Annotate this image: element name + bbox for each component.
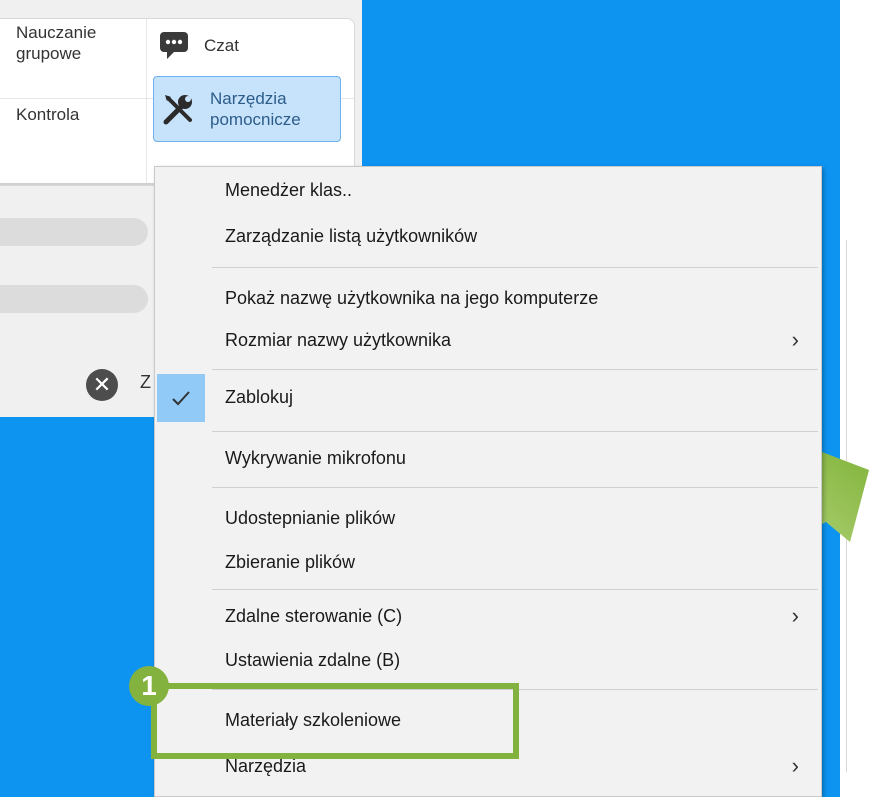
- menu-separator: [212, 431, 818, 432]
- chat-bubble-icon: [158, 29, 190, 61]
- menu-item-label: Pokaż nazwę użytkownika na jego komputer…: [225, 288, 599, 308]
- menu-item-label: Menedżer klas..: [225, 180, 353, 200]
- menu-item-class-manager[interactable]: Menedżer klas..: [155, 171, 821, 211]
- menu-item-lock[interactable]: Zablokuj: [155, 373, 821, 423]
- chat-button[interactable]: Czat: [158, 14, 239, 76]
- menu-item-microphone-detection[interactable]: Wykrywanie mikrofonu: [155, 439, 821, 479]
- menu-item-remote-settings[interactable]: Ustawienia zdalne (B): [155, 641, 821, 681]
- submenu-arrow-icon: ›: [791, 753, 799, 778]
- menu-item-label: Zdalne sterowanie (C): [225, 606, 403, 626]
- menu-separator: [212, 369, 818, 370]
- ribbon-divider-vertical: [146, 19, 147, 185]
- menu-item-label: Zarządzanie listą użytkowników: [225, 226, 478, 246]
- menu-item-file-collection[interactable]: Zbieranie plików: [155, 543, 821, 583]
- menu-item-label: Udostepnianie plików: [225, 508, 396, 528]
- input-field[interactable]: [0, 285, 148, 313]
- annotation-highlight-box: [151, 683, 519, 759]
- group-teaching-button[interactable]: Nauczanie grupowe: [16, 22, 134, 64]
- menu-item-label: Ustawienia zdalne (B): [225, 650, 401, 670]
- menu-item-user-list[interactable]: Zarządzanie listą użytkowników: [155, 217, 821, 257]
- menu-separator: [212, 589, 818, 590]
- tools-label: Narzędzia pomocnicze: [210, 89, 301, 129]
- menu-item-label: Narzędzia: [225, 756, 307, 776]
- menu-item-username-size[interactable]: Rozmiar nazwy użytkownika ›: [155, 321, 821, 361]
- close-label: Z: [140, 372, 151, 392]
- menu-item-show-username[interactable]: Pokaż nazwę użytkownika na jego komputer…: [155, 279, 821, 319]
- menu-separator: [212, 267, 818, 268]
- menu-item-file-sharing[interactable]: Udostepnianie plików: [155, 499, 821, 539]
- menu-item-label: Wykrywanie mikrofonu: [225, 448, 406, 468]
- tools-button[interactable]: Narzędzia pomocnicze: [153, 76, 341, 142]
- group-teaching-label: Nauczanie grupowe: [16, 23, 97, 63]
- submenu-arrow-icon: ›: [791, 603, 799, 628]
- input-field[interactable]: [0, 218, 148, 246]
- control-label: Kontrola: [16, 105, 80, 124]
- menu-item-label: Zbieranie plików: [225, 552, 356, 572]
- wrench-screwdriver-icon: [162, 92, 196, 126]
- menu-separator: [212, 487, 818, 488]
- menu-item-label: Rozmiar nazwy użytkownika: [225, 330, 452, 350]
- chat-label: Czat: [204, 35, 239, 55]
- control-button[interactable]: Kontrola: [16, 104, 79, 125]
- annotation-step-badge: 1: [129, 666, 169, 706]
- adjacent-window: [840, 0, 869, 797]
- menu-item-remote-control[interactable]: Zdalne sterowanie (C) ›: [155, 597, 821, 637]
- submenu-arrow-icon: ›: [791, 327, 799, 352]
- menu-item-label: Zablokuj: [225, 387, 294, 407]
- checkmark-icon: [157, 374, 205, 422]
- close-icon[interactable]: ✕: [86, 369, 118, 401]
